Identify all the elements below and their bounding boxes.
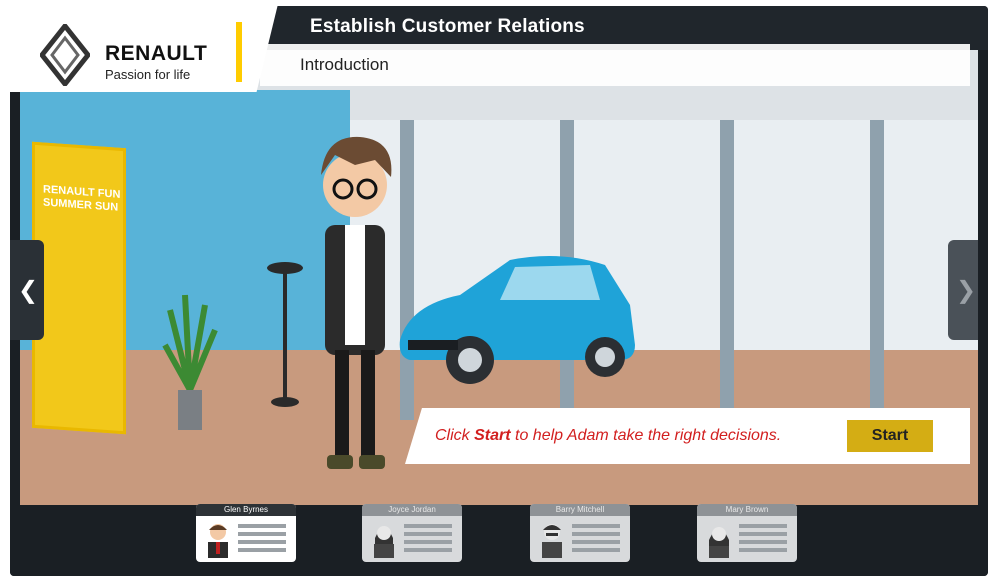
male-avatar-icon xyxy=(542,524,562,558)
character-tray xyxy=(10,506,988,576)
instruction-text-bold: Start xyxy=(474,427,511,444)
character-name: Joyce Jordan xyxy=(362,504,462,516)
card-detail-lines xyxy=(404,524,452,556)
instruction-callout: Click Start to help Adam take the right … xyxy=(405,408,970,464)
character-name: Barry Mitchell xyxy=(530,504,630,516)
character-card-mary-brown[interactable]: Mary Brown xyxy=(697,504,797,562)
adam-character xyxy=(321,136,392,469)
brand-name: RENAULT xyxy=(105,42,208,65)
female-avatar-icon xyxy=(374,526,394,558)
female-avatar-icon xyxy=(709,527,729,558)
previous-button[interactable]: ❮ xyxy=(10,240,44,340)
window-frame xyxy=(870,120,884,420)
window-frame xyxy=(720,120,734,420)
car-illustration xyxy=(399,256,635,384)
character-card-barry-mitchell[interactable]: Barry Mitchell xyxy=(530,504,630,562)
accent-bar xyxy=(236,22,242,82)
start-button[interactable]: Start xyxy=(847,420,933,452)
renault-diamond-icon xyxy=(40,24,90,86)
card-detail-lines xyxy=(572,524,620,556)
module-title: Establish Customer Relations xyxy=(310,16,585,37)
section-title: Introduction xyxy=(300,55,389,74)
floor-lamp xyxy=(267,262,303,407)
plant-illustration xyxy=(162,294,218,430)
instruction-text: Click Start to help Adam take the right … xyxy=(435,427,781,445)
section-bar: Introduction xyxy=(260,44,970,86)
card-detail-lines xyxy=(739,524,787,556)
brand-tagline: Passion for life xyxy=(105,67,191,82)
poster-text: RENAULT FUN SUMMER SUN xyxy=(43,183,121,214)
renault-logo-panel: RENAULT Passion for life xyxy=(10,4,278,92)
next-button[interactable]: ❯ xyxy=(948,240,978,340)
card-detail-lines xyxy=(238,524,286,556)
character-card-glen-byrnes[interactable]: Glen Byrnes xyxy=(196,504,296,562)
character-name: Mary Brown xyxy=(697,504,797,516)
character-card-joyce-jordan[interactable]: Joyce Jordan xyxy=(362,504,462,562)
instruction-text-end: to help Adam take the right decisions. xyxy=(510,427,782,444)
promo-poster: RENAULT FUN SUMMER SUN xyxy=(32,141,126,435)
chevron-left-icon: ❮ xyxy=(18,277,39,304)
instruction-text-start: Click xyxy=(435,427,475,444)
chevron-right-icon: ❯ xyxy=(956,277,977,304)
character-name: Glen Byrnes xyxy=(196,504,296,516)
male-avatar-icon xyxy=(208,524,228,558)
